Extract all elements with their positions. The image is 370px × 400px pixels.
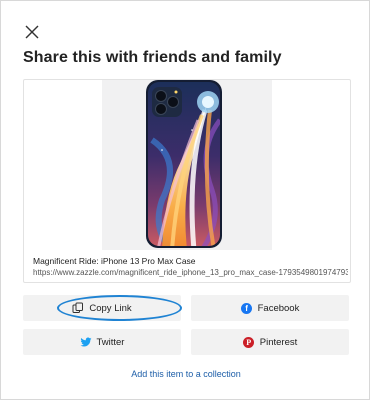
- add-to-collection-link[interactable]: Add this item to a collection: [1, 369, 370, 379]
- close-button[interactable]: [23, 23, 41, 41]
- pinterest-icon: P: [243, 336, 255, 348]
- highlight-ellipse: [57, 295, 182, 321]
- product-card: Magnificent Ride: iPhone 13 Pro Max Case…: [23, 79, 351, 283]
- modal-title: Share this with friends and family: [23, 49, 282, 66]
- close-icon: [25, 25, 39, 39]
- facebook-icon: f: [241, 302, 253, 314]
- product-name: Magnificent Ride: iPhone 13 Pro Max Case: [33, 256, 196, 266]
- product-url: https://www.zazzle.com/magnificent_ride_…: [33, 268, 348, 277]
- facebook-label: Facebook: [257, 302, 300, 314]
- product-image: [102, 80, 272, 250]
- twitter-label: Twitter: [96, 336, 125, 348]
- pinterest-share-button[interactable]: P Pinterest: [191, 329, 349, 355]
- phone-case-image: [102, 80, 272, 250]
- twitter-icon: [80, 336, 92, 348]
- pinterest-label: Pinterest: [259, 336, 298, 348]
- twitter-share-button[interactable]: Twitter: [23, 329, 181, 355]
- copy-link-button[interactable]: Copy Link: [23, 295, 182, 321]
- share-modal: Share this with friends and family Magni…: [0, 0, 370, 400]
- facebook-share-button[interactable]: f Facebook: [191, 295, 349, 321]
